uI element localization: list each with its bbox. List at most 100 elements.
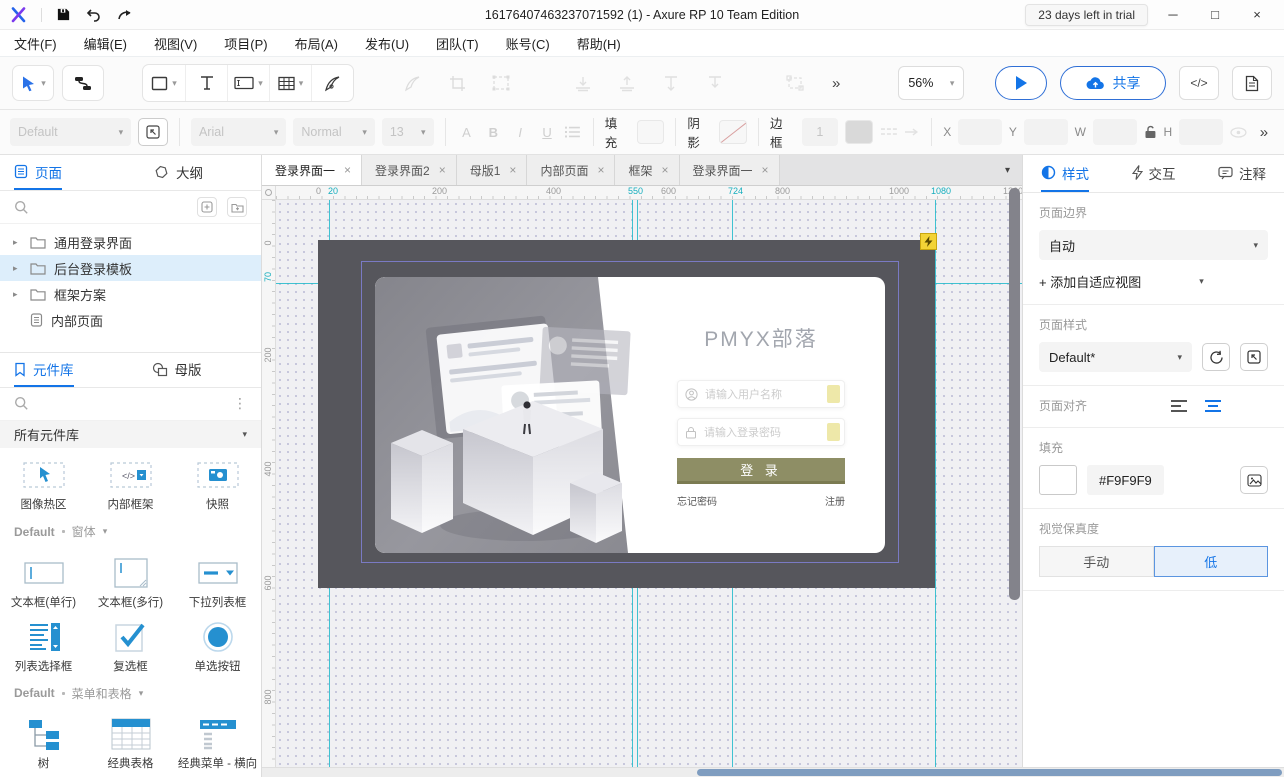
widget-tree[interactable]: 树 bbox=[0, 711, 87, 775]
share-button[interactable]: 共享 bbox=[1060, 66, 1166, 100]
forgot-password-link[interactable]: 忘记密码 bbox=[677, 493, 717, 508]
text-tool-button[interactable] bbox=[185, 65, 227, 101]
add-adaptive-view-button[interactable]: + 添加自适应视图 ▾ bbox=[1039, 272, 1268, 291]
restore-style-button[interactable] bbox=[1202, 343, 1230, 371]
pen-tool-button[interactable] bbox=[311, 65, 353, 101]
vertical-scrollbar[interactable] bbox=[1009, 188, 1020, 600]
page-item-general-login[interactable]: ▸ 通用登录界面 bbox=[0, 229, 261, 255]
mockup-username-input[interactable]: 请输入用户名称 bbox=[677, 380, 845, 408]
text-field-tool-button[interactable]: ▾ bbox=[227, 65, 269, 101]
canvas-tab[interactable]: 母版1 × bbox=[457, 155, 528, 185]
tab-interactions[interactable]: 交互 bbox=[1132, 155, 1176, 192]
close-icon[interactable]: × bbox=[661, 163, 668, 177]
fidelity-low-option[interactable]: 低 bbox=[1154, 546, 1269, 577]
menu-edit[interactable]: 编辑(E) bbox=[84, 34, 127, 53]
widget-text-field[interactable]: 文本框(单行) bbox=[0, 550, 87, 614]
widget-text-area[interactable]: 文本框(多行) bbox=[87, 550, 174, 614]
menu-account[interactable]: 账号(C) bbox=[506, 34, 550, 53]
style-picker-button[interactable] bbox=[1240, 343, 1268, 371]
menu-file[interactable]: 文件(F) bbox=[14, 34, 57, 53]
mockup-password-input[interactable]: 请输入登录密码 bbox=[677, 418, 845, 446]
widget-classic-table[interactable]: 经典表格 bbox=[87, 711, 174, 775]
close-icon[interactable]: × bbox=[509, 163, 516, 177]
menu-team[interactable]: 团队(T) bbox=[436, 34, 479, 53]
align-left-button[interactable] bbox=[1170, 399, 1188, 413]
fill-swatch[interactable] bbox=[637, 120, 665, 144]
guide-vertical-1080[interactable] bbox=[935, 200, 936, 767]
horizontal-ruler[interactable]: 0 20 200 400 550 600 724 800 1000 1080 1… bbox=[276, 186, 1022, 200]
add-page-button[interactable] bbox=[197, 197, 217, 217]
menu-view[interactable]: 视图(V) bbox=[154, 34, 197, 53]
redo-icon[interactable] bbox=[116, 7, 133, 23]
widgets-menu-button[interactable]: ⋮ bbox=[233, 395, 247, 412]
style-picker-button[interactable] bbox=[138, 118, 168, 146]
widget-checkbox[interactable]: 复选框 bbox=[87, 614, 174, 678]
expand-arrow-icon[interactable]: ▸ bbox=[13, 237, 22, 248]
shadow-swatch[interactable] bbox=[719, 120, 747, 144]
expand-arrow-icon[interactable]: ▸ bbox=[13, 289, 22, 300]
undo-icon[interactable] bbox=[85, 7, 102, 23]
rectangle-tool-button[interactable]: ▾ bbox=[143, 65, 185, 101]
close-icon[interactable]: × bbox=[439, 163, 446, 177]
widget-group-forms-header[interactable]: Default 窗体 ▾ bbox=[0, 518, 261, 545]
minimize-button[interactable]: ─ bbox=[1156, 3, 1190, 27]
save-icon[interactable] bbox=[56, 7, 71, 22]
search-icon[interactable] bbox=[14, 200, 29, 215]
close-icon[interactable]: × bbox=[597, 163, 604, 177]
toolbar-overflow-button[interactable]: » bbox=[826, 75, 846, 92]
tab-notes[interactable]: 注释 bbox=[1218, 155, 1266, 192]
page-item-internal-page[interactable]: 内部页面 bbox=[0, 307, 261, 333]
canvas-tab[interactable]: 框架 × bbox=[615, 155, 679, 185]
tab-pages[interactable]: 页面 bbox=[14, 155, 62, 190]
close-button[interactable]: × bbox=[1240, 3, 1274, 27]
table-tool-button[interactable]: ▾ bbox=[269, 65, 311, 101]
menu-project[interactable]: 项目(P) bbox=[224, 34, 267, 53]
widget-image-hotspot[interactable]: 图像热区 bbox=[0, 452, 87, 516]
format-overflow-button[interactable]: » bbox=[1254, 124, 1274, 141]
canvas-tab[interactable]: 内部页面 × bbox=[527, 155, 615, 185]
canvas-tab[interactable]: 登录界面一 × bbox=[262, 155, 362, 185]
fidelity-manual-option[interactable]: 手动 bbox=[1039, 546, 1154, 577]
preview-button[interactable] bbox=[995, 66, 1047, 100]
vertical-ruler[interactable]: 0 70 200 400 600 800 bbox=[262, 200, 276, 767]
fill-image-button[interactable] bbox=[1240, 466, 1268, 494]
search-icon[interactable] bbox=[14, 396, 29, 411]
expand-arrow-icon[interactable]: ▸ bbox=[13, 263, 22, 274]
library-filter-select[interactable]: 所有元件库 ▾ bbox=[0, 421, 261, 448]
menu-arrange[interactable]: 布局(A) bbox=[295, 34, 338, 53]
horizontal-scrollbar[interactable] bbox=[262, 767, 1284, 777]
menu-help[interactable]: 帮助(H) bbox=[577, 34, 621, 53]
menu-publish[interactable]: 发布(U) bbox=[365, 34, 409, 53]
mockup-login-button[interactable]: 登 录 bbox=[677, 458, 845, 484]
horizontal-scrollbar-thumb[interactable] bbox=[697, 769, 1282, 776]
tab-outline[interactable]: 大纲 bbox=[154, 155, 203, 190]
tab-style[interactable]: 样式 bbox=[1041, 155, 1089, 192]
select-tool-button[interactable]: ▾ bbox=[12, 65, 54, 101]
code-export-button[interactable]: </> bbox=[1179, 66, 1219, 100]
page-bounds-select[interactable]: 自动 ▾ bbox=[1039, 230, 1268, 260]
ruler-origin[interactable] bbox=[262, 186, 276, 200]
widget-droplist[interactable]: 下拉列表框 bbox=[174, 550, 261, 614]
widget-inline-frame[interactable]: </> 内部框架 bbox=[87, 452, 174, 516]
tab-masters[interactable]: 母版 bbox=[152, 353, 202, 387]
register-link[interactable]: 注册 bbox=[825, 493, 845, 508]
tab-list-button[interactable]: ▾ bbox=[993, 155, 1022, 185]
canvas-tab[interactable]: 登录界面一 × bbox=[680, 155, 780, 185]
fill-color-swatch[interactable] bbox=[1039, 465, 1077, 495]
close-icon[interactable]: × bbox=[762, 163, 769, 177]
artboard[interactable]: PMYX部落 请输入用户名称 bbox=[318, 240, 935, 588]
close-icon[interactable]: × bbox=[344, 163, 351, 177]
widget-classic-menu-horizontal[interactable]: 经典菜单 - 横向 bbox=[174, 711, 261, 775]
connector-tool-button[interactable] bbox=[62, 65, 104, 101]
login-mockup-card[interactable]: PMYX部落 请输入用户名称 bbox=[375, 277, 885, 553]
page-item-frame-scheme[interactable]: ▸ 框架方案 bbox=[0, 281, 261, 307]
widget-snapshot[interactable]: 快照 bbox=[174, 452, 261, 516]
page-style-select[interactable]: Default* ▾ bbox=[1039, 342, 1192, 372]
fill-hex-field[interactable]: #F9F9F9 bbox=[1087, 465, 1164, 495]
canvas-tab[interactable]: 登录界面2 × bbox=[362, 155, 457, 185]
page-item-backend-login[interactable]: ▸ 后台登录模板 bbox=[0, 255, 261, 281]
widget-radio-button[interactable]: 单选按钮 bbox=[174, 614, 261, 678]
zoom-select[interactable]: 56% ▾ bbox=[898, 66, 964, 100]
unlock-icon[interactable] bbox=[1144, 125, 1157, 139]
tab-widget-library[interactable]: 元件库 bbox=[14, 353, 74, 387]
